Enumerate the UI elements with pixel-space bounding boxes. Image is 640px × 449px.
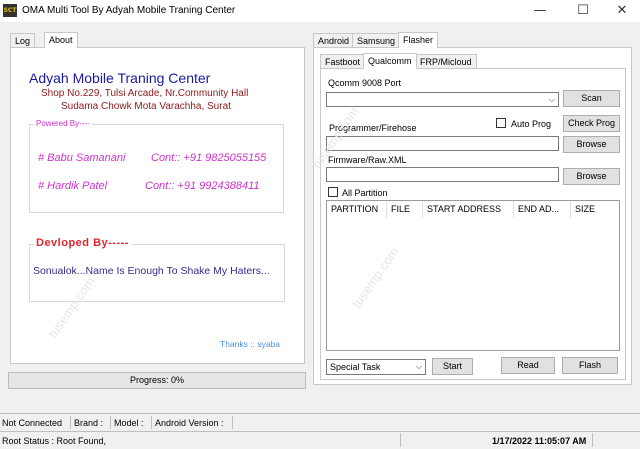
flasher-panel: Fastboot Qualcomm FRP/Micloud Qcomm 9008…	[313, 47, 632, 385]
app-icon: SCT	[3, 4, 17, 17]
minimize-button[interactable]: —	[522, 0, 558, 22]
firmware-value	[327, 168, 330, 178]
status-divider	[151, 416, 152, 429]
status-divider	[400, 433, 401, 447]
scan-button[interactable]: Scan	[563, 90, 620, 107]
tab-android[interactable]: Android	[313, 33, 355, 48]
contact-name-1: # Babu Samanani	[38, 152, 126, 164]
close-button[interactable]: ✕	[604, 0, 640, 22]
column-header-end-address[interactable]: END AD...	[514, 201, 571, 218]
chevron-down-icon: ⌵	[548, 95, 555, 104]
root-status: Root Status : Root Found,	[2, 436, 107, 446]
flash-button[interactable]: Flash	[562, 357, 618, 374]
port-label: Qcomm 9008 Port	[328, 78, 402, 88]
tab-samsung[interactable]: Samsung	[352, 33, 401, 48]
all-partition-checkbox[interactable]	[328, 187, 338, 197]
browse-programmer-button[interactable]: Browse	[563, 136, 620, 153]
column-header-partition[interactable]: PARTITION	[327, 201, 387, 218]
progress-label: Progress: 0%	[129, 375, 185, 385]
tab-flasher[interactable]: Flasher	[398, 32, 439, 48]
check-prog-button[interactable]: Check Prog	[563, 115, 620, 132]
tab-log[interactable]: Log	[10, 33, 36, 48]
powered-by-group	[29, 124, 284, 213]
start-button[interactable]: Start	[432, 358, 473, 375]
column-header-file[interactable]: FILE	[387, 201, 423, 218]
chevron-down-icon: ⌵	[415, 362, 422, 371]
column-header-size[interactable]: SIZE	[571, 201, 619, 218]
powered-by-legend: Powered By----	[34, 119, 92, 128]
port-value	[327, 94, 330, 104]
tab-qualcomm[interactable]: Qualcomm	[363, 53, 417, 69]
auto-prog-label: Auto Prog	[511, 119, 552, 129]
address-line-1: Shop No.229, Tulsi Arcade, Nr.Community …	[41, 88, 249, 99]
port-select[interactable]: ⌵	[326, 92, 559, 107]
special-task-value: Special Task	[330, 362, 381, 372]
android-version-status: Android Version :	[155, 418, 224, 428]
firmware-input[interactable]	[326, 167, 559, 182]
column-header-start-address[interactable]: START ADDRESS	[423, 201, 514, 218]
model-status: Model :	[114, 418, 144, 428]
window-title: OMA Multi Tool By Adyah Mobile Traning C…	[22, 5, 236, 16]
status-separator	[0, 431, 640, 432]
tab-about[interactable]: About	[44, 32, 78, 48]
maximize-button[interactable]: ☐	[565, 0, 601, 22]
contact-phone-2: Cont:: +91 9924388411	[145, 180, 260, 192]
tab-fastboot[interactable]: Fastboot	[320, 54, 366, 69]
browse-firmware-button[interactable]: Browse	[563, 168, 620, 185]
brand-status: Brand :	[74, 418, 104, 428]
all-partition-label: All Partition	[342, 188, 388, 198]
contact-name-2: # Hardik Patel	[38, 180, 108, 192]
special-task-select[interactable]: Special Task ⌵	[326, 359, 426, 375]
read-button[interactable]: Read	[501, 357, 555, 374]
thanks-text: Thanks :: syaba	[220, 339, 281, 349]
tab-frp-micloud[interactable]: FRP/Micloud	[415, 54, 477, 69]
status-divider	[110, 416, 111, 429]
connection-status: Not Connected	[2, 418, 63, 428]
developed-by-legend: Devloped By-----	[34, 237, 131, 249]
auto-prog-checkbox[interactable]	[496, 118, 506, 128]
address-line-2: Sudama Chowk Mota Varachha, Surat	[61, 101, 231, 112]
status-separator	[0, 413, 640, 414]
progress-bar: Progress: 0%	[8, 372, 306, 389]
firmware-label: Firmware/Raw.XML	[328, 155, 407, 165]
status-divider	[70, 416, 71, 429]
status-divider	[232, 416, 233, 429]
company-name: Adyah Mobile Traning Center	[29, 70, 211, 86]
title-bar[interactable]: SCT OMA Multi Tool By Adyah Mobile Trani…	[0, 0, 640, 22]
contact-phone-1: Cont:: +91 9825055155	[151, 152, 267, 164]
table-header: PARTITION FILE START ADDRESS END AD... S…	[327, 201, 619, 218]
datetime: 1/17/2022 11:05:07 AM	[492, 436, 587, 446]
about-panel: Adyah Mobile Traning Center Shop No.229,…	[10, 47, 305, 364]
qualcomm-panel: Qcomm 9008 Port ⌵ Scan Programmer/Fireho…	[320, 68, 626, 380]
status-divider	[592, 433, 593, 447]
programmer-input[interactable]	[326, 136, 559, 151]
developer-text: Sonualok...Name Is Enough To Shake My Ha…	[33, 265, 270, 277]
